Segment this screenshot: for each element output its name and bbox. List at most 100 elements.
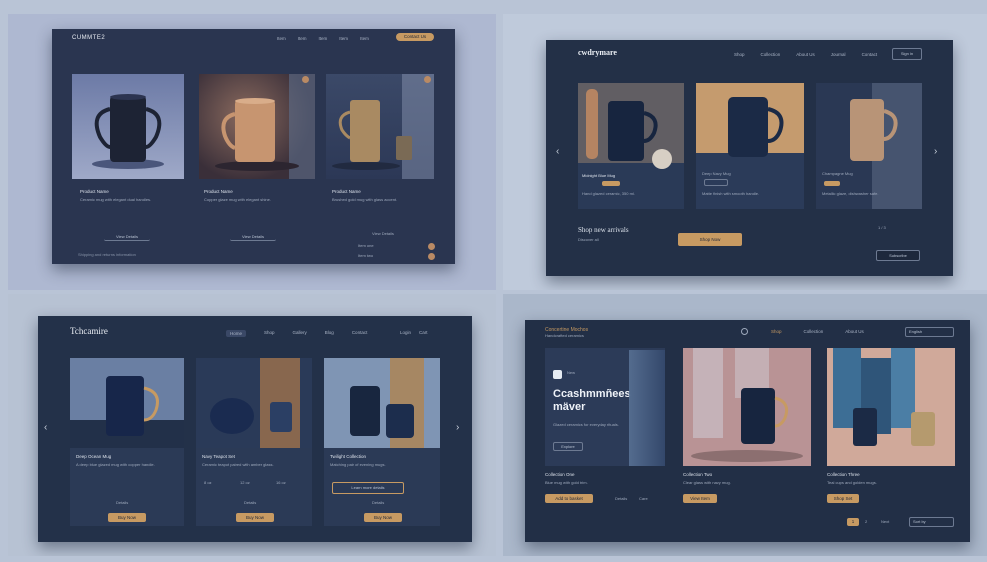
spec-label: 12 oz xyxy=(240,480,250,485)
brand-logo[interactable]: Tchcamire xyxy=(70,326,108,336)
hero-title: Ccashmmñees mäver xyxy=(553,388,631,413)
add-button[interactable] xyxy=(602,181,620,186)
login-link[interactable]: Login xyxy=(400,330,411,335)
nav-item[interactable]: Item xyxy=(360,36,369,41)
product-desc: Copper glaze mug with elegant shine. xyxy=(204,197,271,202)
side-item[interactable]: Item one xyxy=(358,243,374,249)
section-headline: Shop new arrivals xyxy=(578,226,629,234)
cart-link[interactable]: Cart xyxy=(419,330,428,335)
buy-now-button[interactable]: Buy Now xyxy=(108,513,146,522)
nav-item[interactable]: Item xyxy=(339,36,348,41)
product-image-2[interactable] xyxy=(683,348,811,466)
nav-item[interactable]: Shop xyxy=(771,329,782,334)
side-item[interactable]: Item two xyxy=(358,253,373,259)
next-page-button[interactable]: Next xyxy=(881,519,889,525)
product-image-3[interactable] xyxy=(827,348,955,466)
product-image-3[interactable] xyxy=(326,74,434,179)
view-details-button[interactable]: View Details xyxy=(230,233,276,241)
mug-icon xyxy=(92,94,164,169)
search-icon[interactable] xyxy=(741,328,748,335)
blue-mug-icon xyxy=(70,358,184,448)
buy-now-button[interactable]: Buy Now xyxy=(236,513,274,522)
shop-set-button[interactable]: Shop Set xyxy=(827,494,859,503)
add-to-basket-button[interactable]: Add to basket xyxy=(545,494,593,503)
sort-select[interactable]: Sort by xyxy=(909,517,954,527)
shop-now-button[interactable]: Shop Now xyxy=(678,233,742,246)
product-caption: Deep Navy Mug xyxy=(702,171,731,176)
language-select[interactable]: English xyxy=(905,327,954,337)
product-card-3[interactable]: Champagne Mug Metallic glaze, dishwasher… xyxy=(816,83,922,209)
buy-now-button[interactable]: Buy Now xyxy=(364,513,402,522)
learn-more-box[interactable]: Learn more details xyxy=(332,482,404,494)
footer-link[interactable]: Details xyxy=(615,496,627,502)
explore-button[interactable]: Explore xyxy=(553,442,583,451)
add-button[interactable] xyxy=(824,181,840,186)
prev-arrow-icon[interactable]: ‹ xyxy=(44,422,47,433)
prev-arrow-icon[interactable]: ‹ xyxy=(556,146,559,157)
nav-item[interactable]: Contact xyxy=(352,330,368,337)
section-subline[interactable]: Discover all xyxy=(578,237,599,243)
quadrant-2: cwdrymare Shop Collection About Us Journ… xyxy=(503,14,987,290)
nav-item[interactable]: Shop xyxy=(734,52,745,57)
brand-logo[interactable]: cwdrymare xyxy=(578,48,617,57)
contact-button[interactable]: Contact Us xyxy=(396,33,434,41)
nav-item[interactable]: Item xyxy=(277,36,286,41)
brand-logo[interactable]: CUMMTE2 xyxy=(72,35,105,41)
pager[interactable]: 1 / 3 xyxy=(878,225,886,231)
nav-item[interactable]: Contact xyxy=(862,52,878,57)
next-arrow-icon[interactable]: › xyxy=(934,146,937,157)
page-1-button[interactable]: 1 xyxy=(847,518,859,526)
nav-item[interactable]: About Us xyxy=(796,52,815,57)
product-desc: Ceramic mug with elegant dual handles. xyxy=(80,197,152,202)
product-card-1[interactable]: Deep Ocean Mug A deep blue glazed mug wi… xyxy=(70,358,184,526)
copper-mug-icon xyxy=(215,74,315,179)
nav-item[interactable]: Shop xyxy=(264,330,275,337)
nav-item[interactable]: Gallery xyxy=(293,330,307,337)
product-card-3[interactable]: Twilight Collection Matching pair of eve… xyxy=(324,358,440,526)
nav-item[interactable]: Item xyxy=(319,36,328,41)
footer-link[interactable]: Care xyxy=(639,496,648,502)
details-link[interactable]: Details xyxy=(116,500,128,506)
corner-button[interactable]: Subscribe xyxy=(876,250,920,261)
favorite-icon[interactable] xyxy=(424,76,431,83)
main-nav: Item Item Item Item Item xyxy=(277,36,369,41)
sign-in-button[interactable]: Sign in xyxy=(892,48,922,60)
toggle-icon[interactable] xyxy=(428,243,435,250)
nav-item[interactable]: Item xyxy=(298,36,307,41)
favorite-icon[interactable] xyxy=(302,76,309,83)
nav-item[interactable]: Journal xyxy=(831,52,846,57)
toggle-icon[interactable] xyxy=(428,253,435,260)
product-card-1[interactable]: Midnight Blue Mug Hand glazed ceramic, 3… xyxy=(578,83,684,209)
product-caption: Midnight Blue Mug xyxy=(582,173,616,178)
product-title: Navy Teapot Set xyxy=(202,454,235,459)
collection-title: Collection Three xyxy=(827,472,860,477)
product-title: Twilight Collection xyxy=(330,454,367,459)
side-link[interactable]: View Details xyxy=(372,231,394,237)
view-details-button[interactable]: View Details xyxy=(104,233,150,241)
collection-desc: Blue mug with gold trim. xyxy=(545,480,588,485)
nav-item[interactable]: Blog xyxy=(325,330,334,337)
store-window-2: cwdrymare Shop Collection About Us Journ… xyxy=(546,40,953,276)
product-card-2[interactable]: Navy Teapot Set Ceramic teapot paired wi… xyxy=(196,358,312,526)
product-image-1[interactable] xyxy=(72,74,184,179)
product-title: Product Name xyxy=(80,189,109,194)
nav-item[interactable]: About Us xyxy=(845,329,864,334)
product-desc: Brushed gold mug with glass accent. xyxy=(332,197,398,202)
spec-label: 16 oz xyxy=(276,480,286,485)
product-card-2[interactable]: Deep Navy Mug Matte finish with smooth h… xyxy=(696,83,804,209)
details-link[interactable]: Details xyxy=(372,500,384,506)
nav-item[interactable]: Home xyxy=(226,330,247,337)
glass-mug-icon xyxy=(691,348,803,462)
spec-label: 8 oz xyxy=(204,480,212,485)
page-2-button[interactable]: 2 xyxy=(865,519,867,525)
details-link[interactable]: Details xyxy=(244,500,256,506)
nav-item[interactable]: Collection xyxy=(804,329,824,334)
nav-item[interactable]: Collection xyxy=(761,52,781,57)
view-item-button[interactable]: View Item xyxy=(683,494,717,503)
product-caption: Champagne Mug xyxy=(822,171,853,176)
quick-view-button[interactable] xyxy=(704,179,728,186)
product-desc: A deep blue glazed mug with copper handl… xyxy=(76,462,155,467)
product-image-2[interactable] xyxy=(199,74,315,179)
gold-mug-icon xyxy=(332,74,434,179)
next-arrow-icon[interactable]: › xyxy=(456,422,459,433)
